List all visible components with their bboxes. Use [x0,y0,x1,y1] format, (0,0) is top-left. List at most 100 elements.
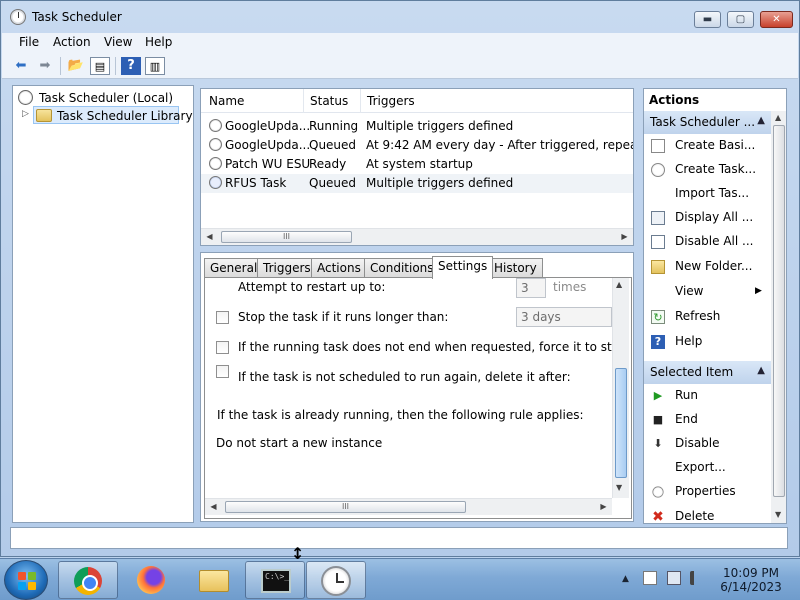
tree-item-library[interactable]: Task Scheduler Library [33,106,193,124]
end-icon: ■ [652,413,664,426]
menu-action[interactable]: Action [53,35,91,49]
show-hide-action-pane-icon[interactable]: ▥ [145,57,165,75]
action-export[interactable]: Export... [644,457,771,479]
action-delete[interactable]: ✖ Delete [644,506,771,523]
column-name[interactable]: Name [203,89,304,113]
command-prompt-icon: C:\>_ [261,569,291,593]
close-button[interactable]: ✕ [760,11,793,28]
create-task-icon [651,163,665,177]
table-row[interactable]: GoogleUpda... Running Multiple triggers … [201,117,633,136]
delete-task-label: If the task is not scheduled to run agai… [238,370,571,384]
action-import-task[interactable]: Import Tas... [644,183,771,205]
action-disable-all-history[interactable]: Disable All ... [644,231,771,253]
action-create-basic-task[interactable]: Create Basi... [644,135,771,157]
action-label: New Folder... [675,259,753,273]
taskbar-chrome[interactable] [58,561,118,599]
scroll-up-icon[interactable]: ▲ [616,280,622,289]
action-run[interactable]: ▶ Run [644,385,771,407]
help-icon[interactable]: ? [121,57,141,75]
taskbar-command-prompt[interactable]: C:\>_ [245,561,305,599]
scroll-down-icon[interactable]: ▼ [775,510,781,519]
start-button[interactable] [4,560,48,600]
volume-icon[interactable] [690,571,704,585]
vertical-scrollbar[interactable]: ▲ ▼ [612,278,629,498]
task-name: GoogleUpda... [225,138,311,152]
menu-help[interactable]: Help [145,35,172,49]
forward-arrow-icon[interactable]: ➡ [35,57,55,75]
menu-view[interactable]: View [104,35,132,49]
table-row[interactable]: Patch WU ESU Ready At system startup [201,155,633,174]
taskbar-explorer[interactable] [184,561,244,599]
tree-item-local[interactable]: Task Scheduler (Local) [17,89,189,107]
maximize-button[interactable]: ▢ [727,11,754,28]
horizontal-scrollbar[interactable]: ◀ III ▶ [201,228,633,245]
action-disable[interactable]: ⬇ Disable [644,433,771,455]
table-row[interactable]: RFUS Task Queued Multiple triggers defin… [201,174,633,193]
action-view[interactable]: View ▶ [644,281,771,303]
disable-history-icon [651,235,665,249]
collapse-icon[interactable]: ▲ [757,365,765,376]
tab-triggers[interactable]: Triggers [257,258,317,278]
tab-conditions[interactable]: Conditions [364,258,440,278]
horizontal-scrollbar[interactable]: ◀ III ▶ [205,498,612,515]
column-status[interactable]: Status [304,89,361,113]
show-hidden-icons-icon[interactable]: ▲ [622,574,629,584]
collapse-icon[interactable]: ▲ [757,115,765,126]
taskbar-firefox[interactable] [121,561,181,599]
scroll-thumb[interactable]: III [225,501,466,513]
stop-task-checkbox[interactable] [216,311,229,324]
running-rule-label: If the task is already running, then the… [217,408,584,422]
restart-count-input[interactable]: 3 [516,278,546,298]
action-new-folder[interactable]: New Folder... [644,256,771,278]
up-folder-icon[interactable]: 📂 [66,57,86,75]
column-triggers[interactable]: Triggers [361,89,633,113]
action-end[interactable]: ■ End [644,409,771,431]
taskbar-task-scheduler[interactable] [306,561,366,599]
action-center-flag-icon[interactable] [643,571,657,585]
actions-group-selected-item[interactable]: Selected Item ▲ [644,361,771,384]
scroll-right-icon[interactable]: ▶ [595,499,612,515]
actions-group-task-scheduler[interactable]: Task Scheduler ... ▲ [644,111,771,134]
refresh-icon: ↻ [651,310,665,324]
scroll-thumb[interactable] [773,125,785,497]
tab-actions[interactable]: Actions [311,258,367,278]
create-basic-task-icon [651,139,665,153]
navigation-tree: Task Scheduler (Local) Task Scheduler Li… [12,85,194,523]
actions-scrollbar[interactable]: ▲ ▼ [771,111,786,523]
action-refresh[interactable]: ↻ Refresh [644,306,771,328]
task-detail-pane: General Triggers Actions Conditions Sett… [200,252,634,522]
scroll-down-icon[interactable]: ▼ [616,483,622,492]
scroll-thumb[interactable]: III [221,231,352,243]
running-rule-value[interactable]: Do not start a new instance [216,436,382,450]
status-bar [10,527,788,549]
taskbar: C:\>_ ▲ 10:09 PM 6/14/2023 [0,558,800,600]
menu-file[interactable]: File [19,35,39,49]
title-bar[interactable]: Task Scheduler ▬ ▢ ✕ [1,1,799,33]
scroll-left-icon[interactable]: ◀ [205,499,222,515]
action-display-all-running[interactable]: Display All ... [644,207,771,229]
minimize-button[interactable]: ▬ [694,11,721,28]
force-stop-checkbox[interactable] [216,341,229,354]
task-clock-icon [209,157,222,170]
stop-task-duration-select[interactable]: 3 days [516,307,612,327]
back-arrow-icon[interactable]: ⬅ [11,57,31,75]
show-hide-tree-icon[interactable]: ▤ [90,57,110,75]
scroll-left-icon[interactable]: ◀ [201,229,218,245]
scroll-thumb[interactable] [615,368,627,478]
scroll-right-icon[interactable]: ▶ [616,229,633,245]
firefox-icon [137,566,165,594]
action-create-task[interactable]: Create Task... [644,159,771,181]
network-icon[interactable] [667,571,681,585]
task-status: Running [309,119,359,133]
action-help[interactable]: ? Help [644,331,771,353]
action-properties[interactable]: Properties [644,481,771,503]
scroll-up-icon[interactable]: ▲ [775,113,781,122]
tab-general[interactable]: General [204,258,264,278]
tab-history[interactable]: History [488,258,543,278]
delete-task-checkbox[interactable] [216,365,229,378]
table-row[interactable]: GoogleUpda... Queued At 9:42 AM every da… [201,136,633,155]
task-status: Ready [309,157,347,171]
system-clock[interactable]: 10:09 PM 6/14/2023 [716,566,786,594]
tab-settings[interactable]: Settings [432,256,494,279]
expand-arrow-icon[interactable]: ▷ [22,109,29,119]
